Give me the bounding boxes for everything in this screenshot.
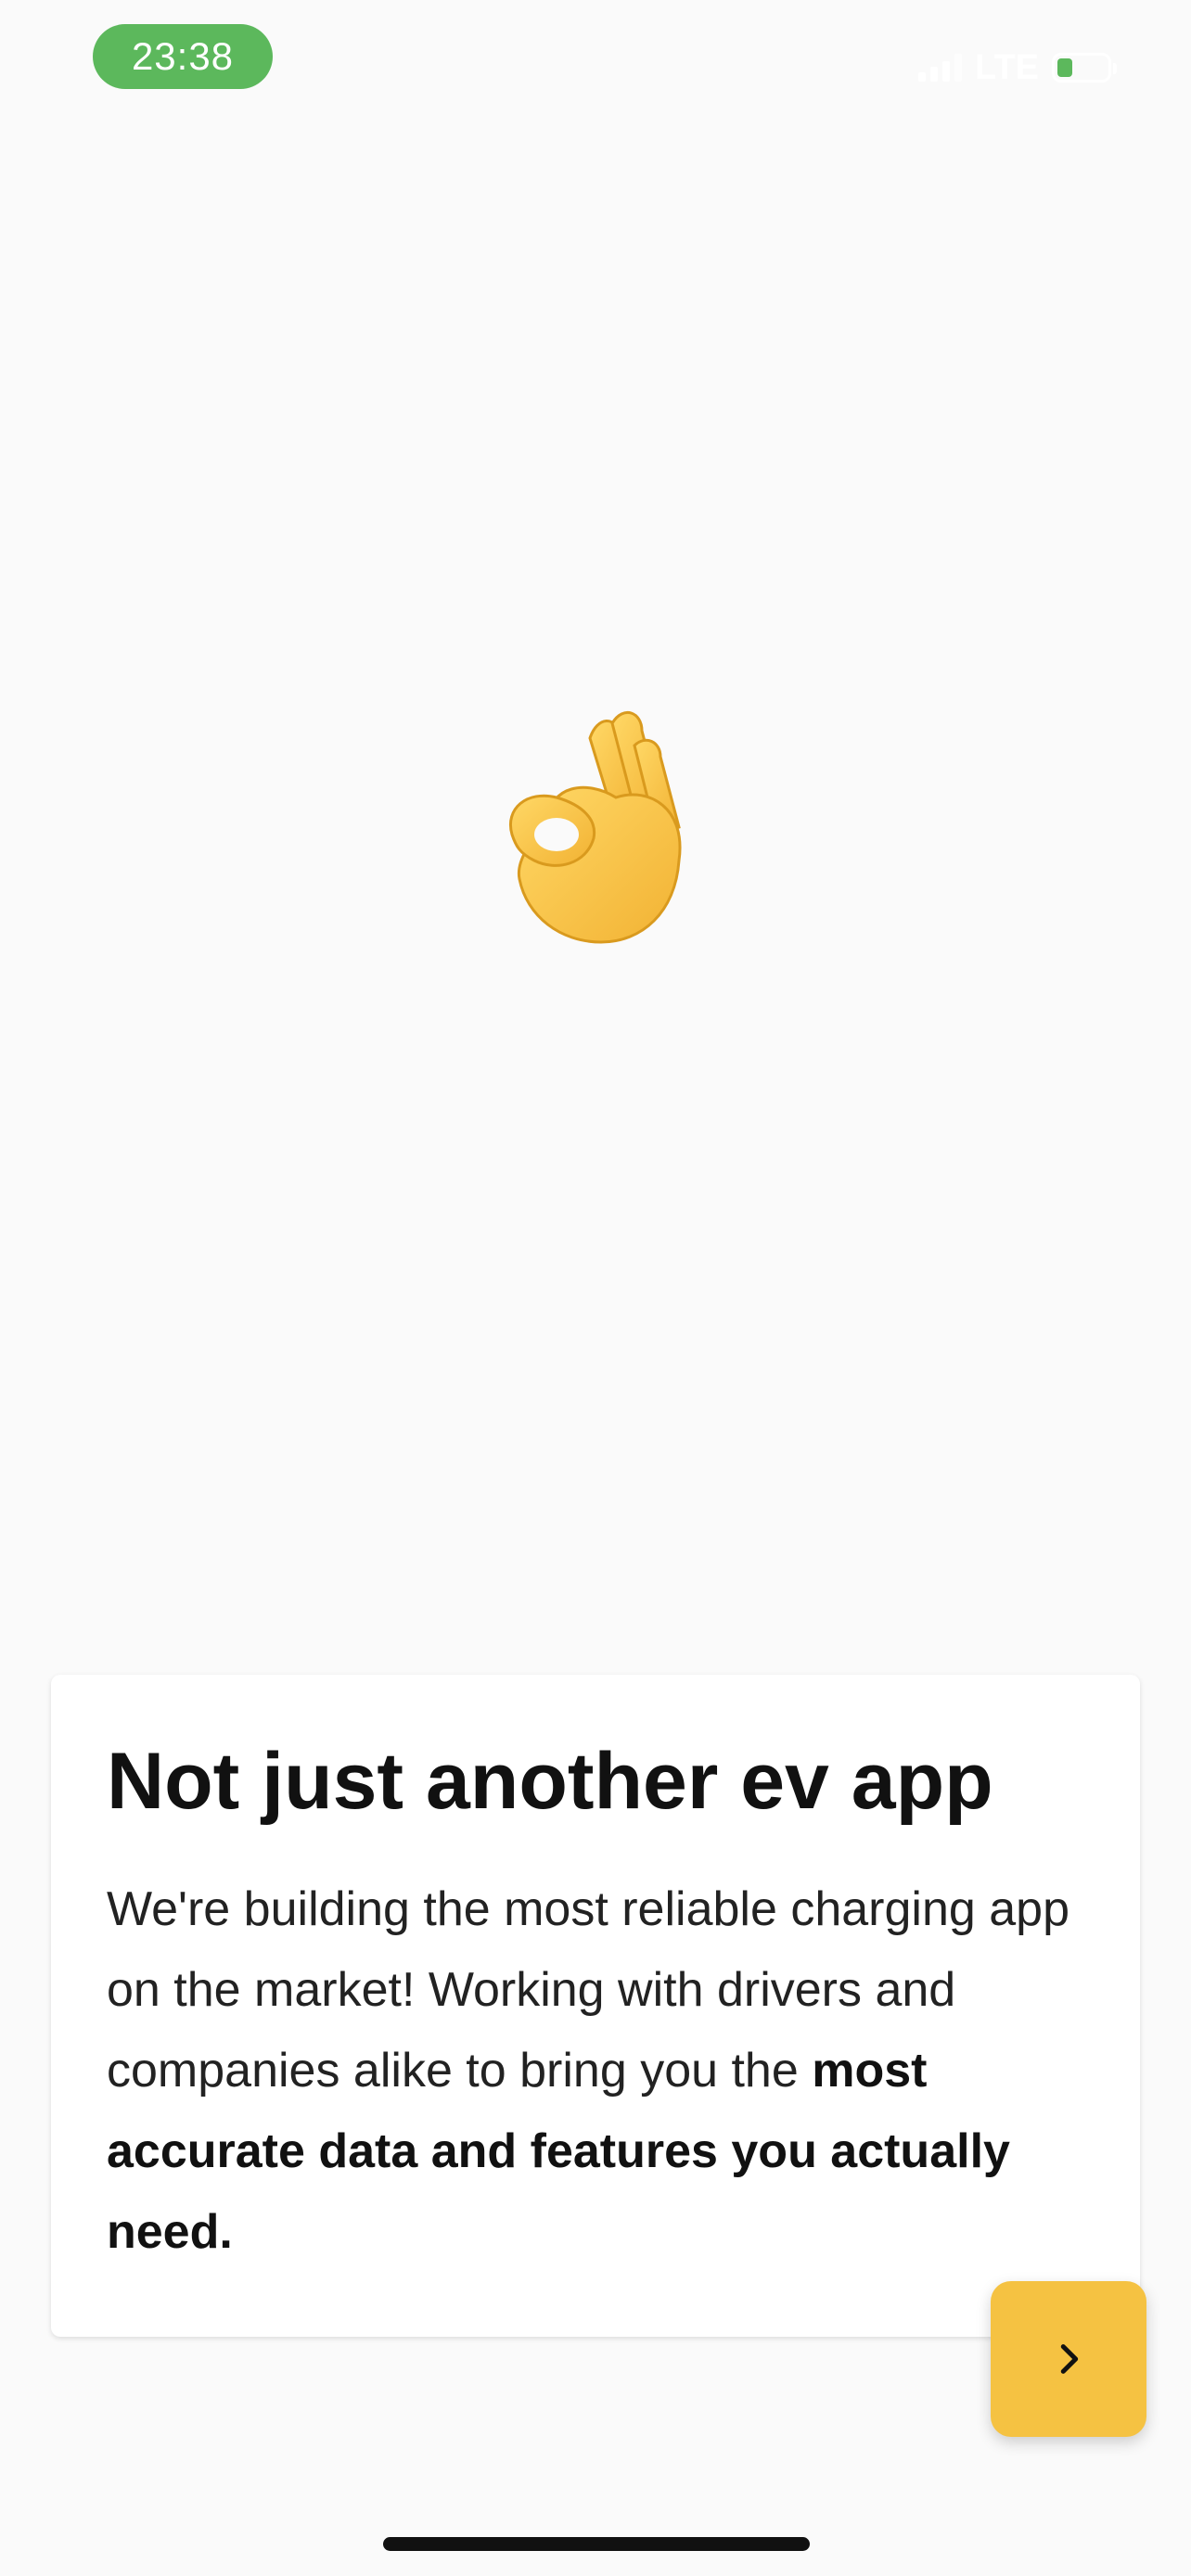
cellular-signal-icon [918,54,963,82]
next-button[interactable] [991,2281,1146,2437]
ok-hand-icon [509,711,682,944]
onboarding-card: Not just another ev app We're building t… [51,1675,1140,2337]
chevron-right-icon [1060,2344,1079,2374]
network-type-label: LTE [975,47,1039,87]
status-indicators: LTE [918,45,1117,91]
onboarding-screen: 23:38 LTE Not just another ev app We're … [0,0,1191,2576]
battery-icon [1052,53,1117,83]
battery-level [1057,58,1072,77]
hero-illustration [0,705,1191,1008]
card-description: We're building the most reliable chargin… [107,1869,1084,2273]
card-title: Not just another ev app [107,1737,993,1826]
status-time: 23:38 [93,24,273,89]
home-indicator[interactable] [383,2537,810,2551]
